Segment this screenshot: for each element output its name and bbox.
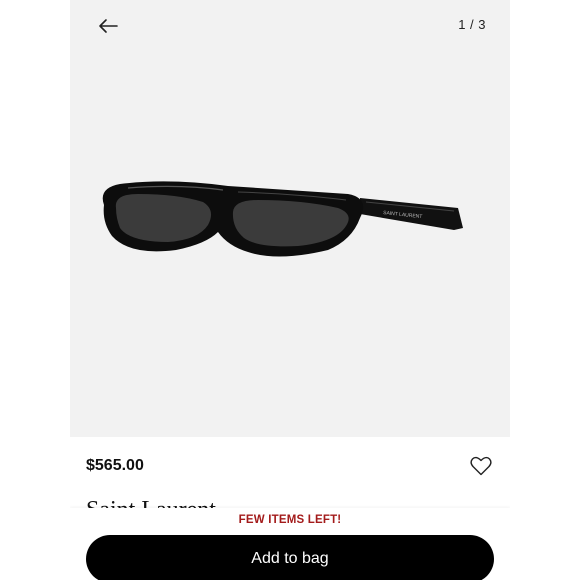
arrow-left-icon bbox=[99, 19, 118, 33]
stock-warning: FEW ITEMS LEFT! bbox=[238, 514, 342, 526]
product-price: $565.00 bbox=[86, 457, 144, 474]
left-margin bbox=[0, 0, 70, 580]
heart-icon bbox=[470, 456, 492, 476]
add-to-bag-button[interactable]: Add to bag bbox=[86, 535, 494, 580]
right-margin bbox=[510, 0, 580, 580]
product-image: SAINT LAURENT bbox=[102, 181, 463, 257]
purchase-bar: FEW ITEMS LEFT! Add to bag bbox=[70, 508, 510, 580]
wishlist-button[interactable] bbox=[468, 453, 494, 479]
product-screen: 1 / 3 SAINT LAURENT $565.00 Saint Lauren… bbox=[70, 0, 510, 580]
product-gallery[interactable]: 1 / 3 SAINT LAURENT bbox=[70, 0, 510, 437]
image-pager: 1 / 3 bbox=[458, 17, 486, 32]
back-button[interactable] bbox=[94, 12, 122, 40]
